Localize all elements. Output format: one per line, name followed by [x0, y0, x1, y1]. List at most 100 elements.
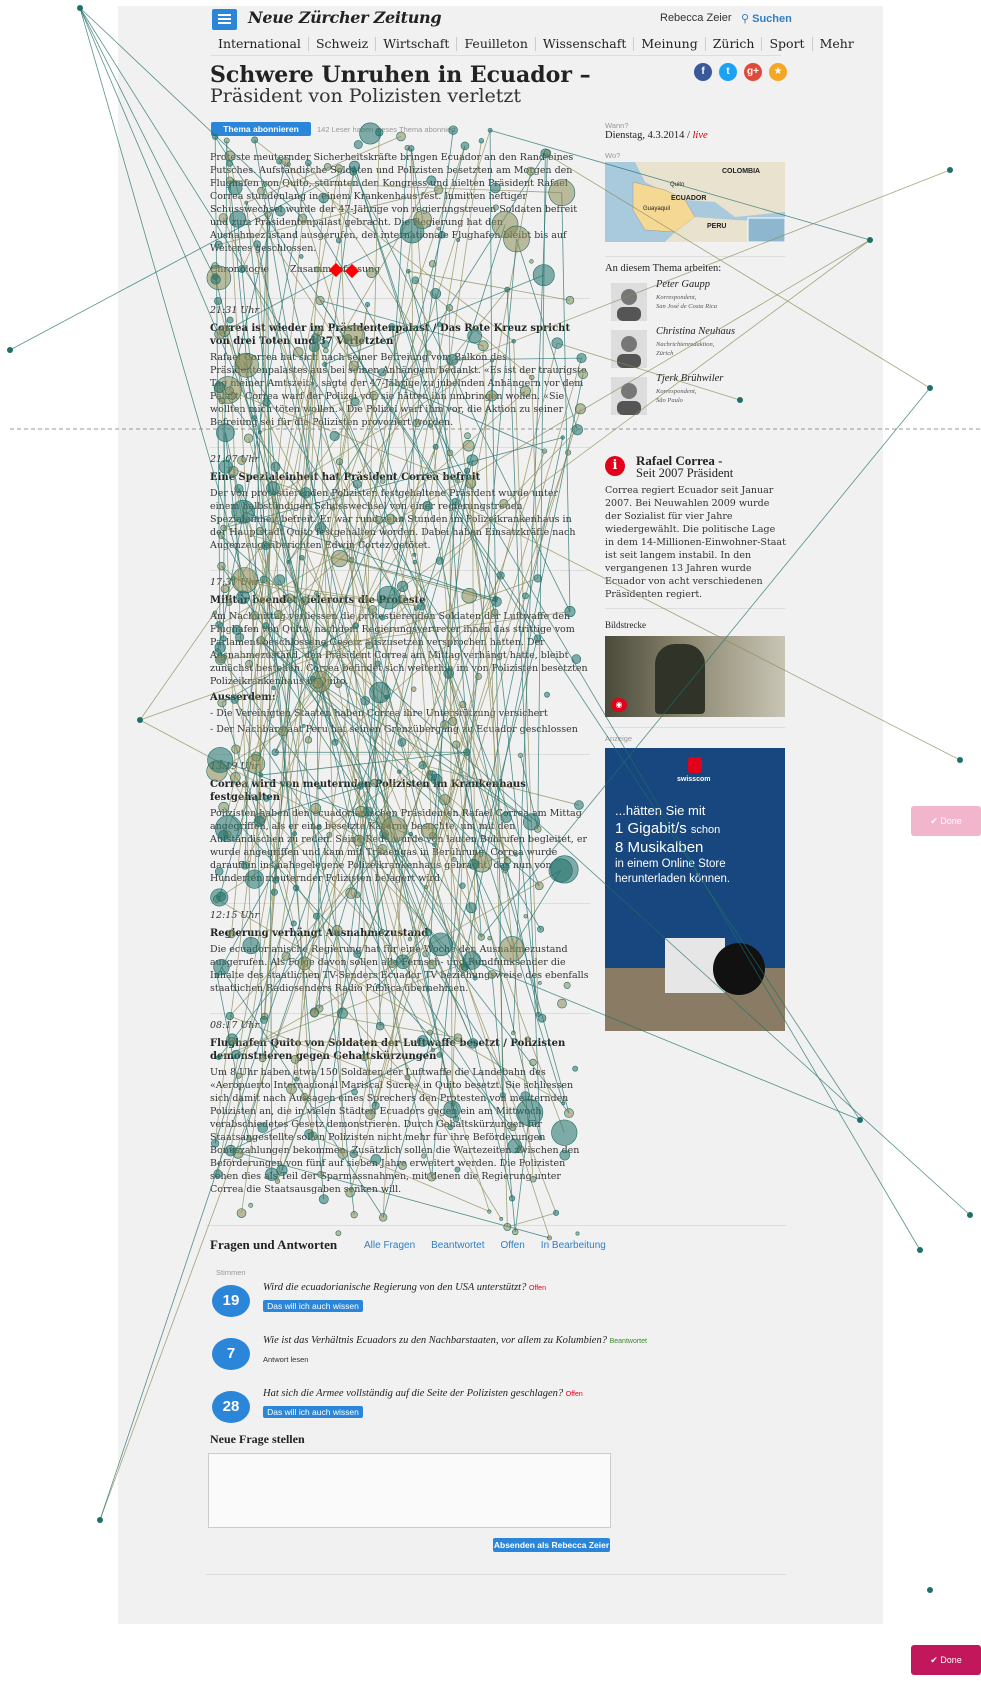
fixation-point — [348, 556, 355, 563]
fixation-point — [388, 323, 396, 330]
fixation-point — [368, 605, 377, 614]
fixation-point — [395, 954, 411, 969]
saccade-line — [79, 7, 304, 219]
fixation-point — [453, 1033, 463, 1042]
fixation-point — [532, 264, 555, 287]
fixation-point — [423, 885, 428, 889]
fixation-point — [561, 1101, 566, 1106]
fixation-point — [417, 602, 426, 611]
fixation-point — [360, 696, 370, 706]
fixation-point — [213, 959, 230, 976]
fixation-point — [246, 1136, 252, 1143]
fixation-point — [231, 744, 241, 754]
fixation-point — [496, 571, 505, 580]
fixation-point — [352, 479, 362, 489]
fixation-point — [376, 984, 381, 989]
fixation-point — [257, 430, 262, 435]
fixation-points — [7, 5, 973, 1593]
fixation-point — [231, 567, 258, 594]
saccade-line — [506, 289, 541, 1139]
fixation-point — [274, 574, 286, 586]
fixation-point — [448, 716, 458, 726]
fixation-point — [507, 1138, 523, 1154]
fixation-point — [550, 855, 579, 884]
fixation-point — [517, 752, 524, 758]
fixation-point — [544, 691, 550, 698]
fixation-point — [446, 449, 454, 457]
fixation-point — [356, 782, 364, 790]
fixation-point — [137, 717, 143, 723]
fixation-point — [231, 1049, 241, 1060]
saccade-line — [79, 7, 256, 616]
fixation-point — [294, 1076, 300, 1082]
fixation-point — [371, 1101, 380, 1110]
fixation-point — [515, 1098, 544, 1127]
fixation-point — [229, 210, 247, 228]
fixation-point — [454, 478, 460, 484]
fixation-point — [281, 951, 291, 961]
fixation-point — [210, 888, 229, 907]
fixation-point — [378, 1213, 388, 1222]
fixation-point — [520, 1091, 530, 1101]
fixation-point — [335, 681, 342, 689]
fixation-point — [435, 556, 444, 565]
fixation-point — [578, 369, 588, 380]
fixation-point — [348, 360, 360, 371]
fixation-point — [487, 127, 493, 133]
fixation-point — [262, 398, 271, 407]
fixation-point — [370, 779, 379, 787]
fixation-point — [220, 584, 230, 594]
fixation-point — [218, 532, 225, 540]
fixation-point — [430, 288, 442, 299]
fixation-point — [286, 1083, 297, 1095]
fixation-point — [271, 685, 276, 691]
fixation-point — [459, 882, 466, 889]
fixation-point — [218, 213, 228, 223]
fixation-point — [548, 179, 576, 207]
fixation-point — [353, 140, 363, 149]
fixation-point — [235, 1072, 242, 1079]
fixation-point — [542, 448, 548, 454]
fixation-point — [370, 1154, 382, 1165]
fixation-point — [447, 1123, 454, 1131]
fixation-point — [313, 327, 323, 336]
fixation-point — [417, 1035, 429, 1047]
fixation-point — [499, 936, 525, 962]
fixation-point — [226, 160, 233, 167]
fixation-point — [396, 131, 406, 142]
saccade-line — [545, 152, 931, 389]
fixation-point — [397, 769, 402, 774]
fixation-point — [263, 794, 270, 802]
fixation-point — [526, 166, 536, 176]
fixation-point — [487, 970, 497, 979]
saccade-line — [410, 148, 423, 220]
fixation-point — [312, 677, 324, 689]
fixation-point — [422, 950, 430, 958]
fixation-point — [445, 304, 453, 312]
fixation-point — [257, 636, 266, 645]
fixation-point — [397, 738, 407, 747]
fixation-point — [300, 487, 312, 499]
fixation-point — [500, 811, 512, 823]
saccade-line — [352, 171, 571, 612]
fixation-point — [315, 295, 325, 305]
fixation-point — [375, 128, 384, 137]
fixation-point — [575, 1231, 580, 1236]
fixation-point — [413, 606, 419, 611]
fixation-point — [529, 259, 534, 264]
fixation-point — [412, 418, 422, 428]
fixation-point — [563, 981, 571, 989]
fixation-point — [533, 634, 542, 642]
fixation-point — [322, 362, 328, 368]
fixation-point — [214, 328, 226, 340]
fixation-point — [265, 1167, 279, 1181]
fixation-point — [533, 574, 542, 583]
saccade-line — [491, 974, 516, 1232]
fixation-point — [211, 1139, 220, 1148]
fixation-point — [422, 500, 433, 511]
fixation-point — [223, 137, 230, 144]
fixation-point — [426, 350, 432, 356]
fixation-point — [503, 225, 530, 253]
fixation-point — [374, 660, 381, 667]
fixation-point — [529, 374, 535, 381]
